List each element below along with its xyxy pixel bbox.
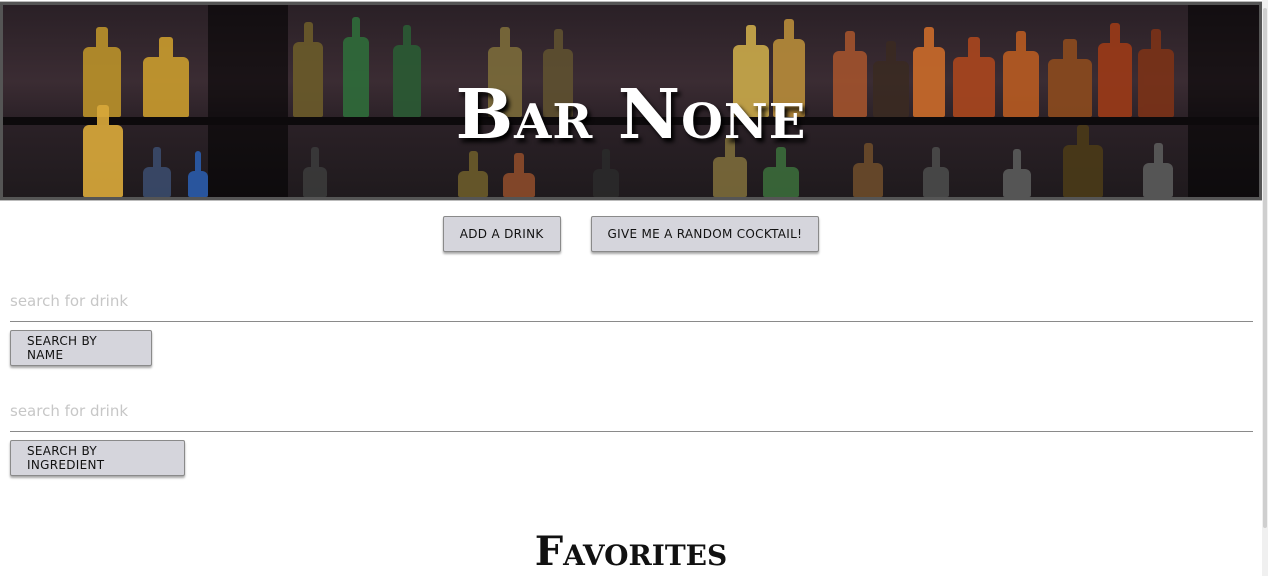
- site-title: Bar None: [455, 75, 807, 155]
- add-drink-button[interactable]: Add a Drink: [442, 216, 561, 252]
- search-ingredient-input[interactable]: [10, 390, 1253, 432]
- random-cocktail-button[interactable]: Give me a random cocktail!: [590, 216, 820, 252]
- bar-shelf: [3, 197, 1259, 200]
- favorites-heading: Favorites: [534, 528, 728, 575]
- scrollbar-thumb[interactable]: [1263, 8, 1267, 528]
- hero-banner: Bar None: [0, 1, 1263, 201]
- page-scrollbar[interactable]: [1262, 0, 1268, 576]
- search-by-ingredient-form: Search by Ingredient: [10, 390, 1253, 476]
- search-by-name-button[interactable]: Search by Name: [10, 330, 152, 366]
- search-by-ingredient-button[interactable]: Search by Ingredient: [10, 440, 185, 476]
- search-by-name-form: Search by Name: [10, 280, 1253, 366]
- search-name-input[interactable]: [10, 280, 1253, 322]
- action-bar: Add a Drink Give me a random cocktail!: [0, 216, 1262, 252]
